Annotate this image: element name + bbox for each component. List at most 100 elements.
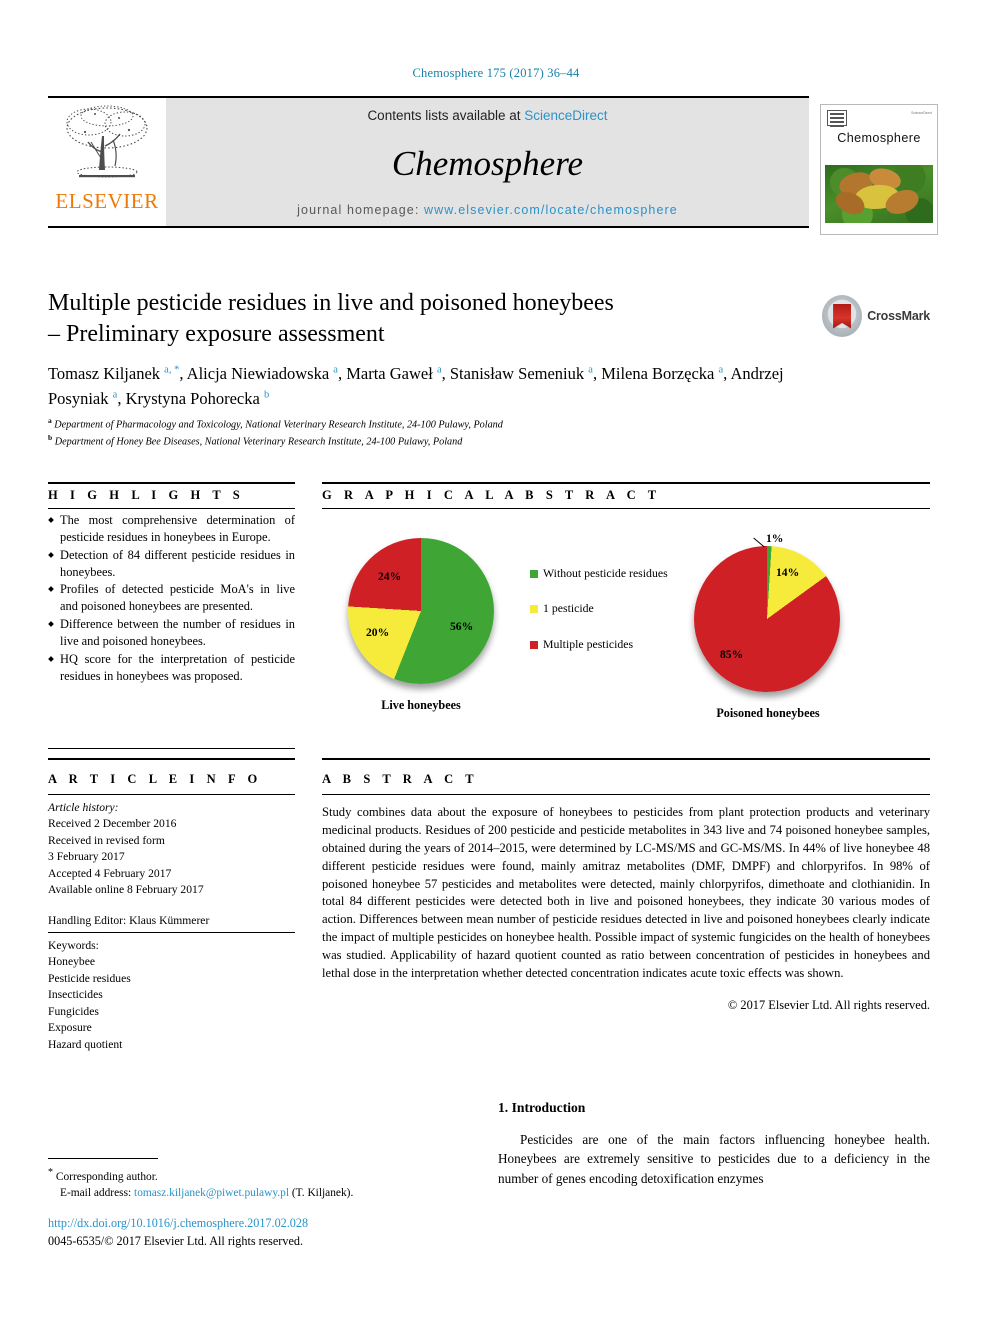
corresponding-author-note: * Corresponding author. E-mail address: … bbox=[48, 1166, 468, 1202]
affiliation-list: a Department of Pharmacology and Toxicol… bbox=[48, 416, 788, 450]
crossmark-label: CrossMark bbox=[867, 309, 930, 323]
article-info-heading: A R T I C L E I N F O bbox=[48, 772, 262, 786]
contents-available-line: Contents lists available at ScienceDirec… bbox=[367, 108, 607, 123]
highlights-heading: H I G H L I G H T S bbox=[48, 488, 245, 502]
email-line: E-mail address: tomasz.kiljanek@piwet.pu… bbox=[48, 1185, 468, 1202]
contents-available-text: Contents lists available at bbox=[367, 108, 525, 123]
elsevier-logo: ELSEVIER bbox=[48, 98, 166, 226]
cover-top-area: ScienceDirect Chemosphere bbox=[821, 105, 937, 165]
pie-live-label-red: 24% bbox=[378, 570, 402, 583]
crossmark-icon bbox=[822, 295, 863, 337]
keyword-item: Honeybee bbox=[48, 955, 95, 969]
handling-editor: Handling Editor: Klaus Kümmerer bbox=[48, 913, 210, 927]
doi-link[interactable]: http://dx.doi.org/10.1016/j.chemosphere.… bbox=[48, 1214, 508, 1232]
keyword-item: Exposure bbox=[48, 1021, 92, 1035]
author-affiliation-mark: a, * bbox=[164, 364, 180, 376]
graphical-abstract-figure: 56% 20% 24% Live honeybees Without pesti… bbox=[322, 512, 930, 740]
abstract-copyright: © 2017 Elsevier Ltd. All rights reserved… bbox=[727, 998, 930, 1012]
sciencedirect-panel: Contents lists available at ScienceDirec… bbox=[166, 98, 809, 226]
highlight-item: Profiles of detected pesticide MoA's in … bbox=[48, 581, 295, 615]
legend-label: Without pesticide residues bbox=[543, 566, 668, 580]
keyword-item: Pesticide residues bbox=[48, 971, 131, 985]
author-affiliation-mark: a bbox=[718, 364, 724, 376]
graphical-abstract-heading-rule bbox=[322, 508, 930, 509]
article-history-entry: Received in revised form bbox=[48, 833, 165, 847]
footnote-rule bbox=[48, 1158, 158, 1159]
author-name: Milena Borzęcka bbox=[601, 364, 719, 383]
doi-block: http://dx.doi.org/10.1016/j.chemosphere.… bbox=[48, 1214, 508, 1251]
sciencedirect-link[interactable]: ScienceDirect bbox=[524, 108, 607, 123]
introduction-heading: 1. Introduction bbox=[498, 1100, 586, 1115]
author-affiliation-mark: a bbox=[112, 389, 118, 401]
title-line-1: Multiple pesticide residues in live and … bbox=[48, 290, 614, 316]
keyword-item: Fungicides bbox=[48, 1004, 99, 1018]
pie-live-label-green: 56% bbox=[450, 620, 474, 633]
abstract-top-rule bbox=[322, 758, 930, 760]
affiliation-mark: b bbox=[48, 433, 53, 443]
affiliation-item: a Department of Pharmacology and Toxicol… bbox=[48, 416, 503, 431]
author-name: Alicja Niewiadowska bbox=[186, 364, 334, 383]
author-affiliation-mark: a bbox=[436, 364, 442, 376]
corresponding-author-label: Corresponding author. bbox=[55, 1170, 158, 1183]
legend-swatch bbox=[530, 605, 538, 614]
keyword-item: Hazard quotient bbox=[48, 1037, 123, 1051]
keywords-label: Keywords: bbox=[48, 939, 99, 952]
author-affiliation-mark: a bbox=[333, 364, 338, 376]
keyword-item: Insecticides bbox=[48, 988, 103, 1002]
article-info-heading-rule bbox=[48, 794, 295, 795]
cover-bottom-area bbox=[821, 223, 937, 233]
abstract-heading: A B S T R A C T bbox=[322, 772, 479, 786]
journal-masthead: ELSEVIER Contents lists available at Sci… bbox=[48, 96, 809, 228]
graphical-abstract-top-rule bbox=[322, 482, 930, 484]
email-link[interactable]: tomasz.kiljanek@piwet.pulawy.pl bbox=[134, 1187, 289, 1199]
graphical-abstract-heading: G R A P H I C A L A B S T R A C T bbox=[322, 488, 661, 502]
homepage-link[interactable]: www.elsevier.com/locate/chemosphere bbox=[424, 203, 678, 217]
pie-live-slices bbox=[348, 538, 494, 684]
pie-poisoned-slices bbox=[694, 546, 840, 692]
elsevier-tree-icon bbox=[66, 105, 148, 178]
title-line-2: – Preliminary exposure assessment bbox=[48, 320, 385, 347]
email-label: E-mail address: bbox=[60, 1187, 132, 1200]
homepage-label: journal homepage: bbox=[297, 203, 424, 217]
pie-live-label-yellow: 20% bbox=[366, 626, 390, 639]
highlight-item: The most comprehensive determination of … bbox=[48, 512, 295, 546]
article-history-label: Article history: bbox=[48, 801, 119, 814]
pie-poisoned-label-yellow: 14% bbox=[776, 566, 800, 579]
highlight-item: Detection of 84 different pesticide resi… bbox=[48, 547, 295, 581]
legend-entry: Multiple pesticides bbox=[530, 637, 680, 652]
author-name: Tomasz Kiljanek bbox=[48, 364, 165, 383]
pie-poisoned-caption: Poisoned honeybees bbox=[716, 706, 820, 720]
author-name: Marta Gaweł bbox=[346, 364, 437, 383]
corresponding-author-line: * Corresponding author. bbox=[48, 1166, 468, 1185]
article-history-entry: Accepted 4 February 2017 bbox=[48, 866, 172, 880]
running-head: Chemosphere 175 (2017) 36–44 bbox=[412, 66, 580, 80]
cover-artwork bbox=[825, 165, 933, 223]
cover-elsevier-icon bbox=[827, 110, 847, 127]
article-history-entry: 3 February 2017 bbox=[48, 850, 125, 864]
author-name: Krystyna Pohorecka bbox=[125, 388, 264, 408]
asterisk-icon: * bbox=[48, 1167, 53, 1178]
crossmark-badge[interactable]: CrossMark bbox=[822, 292, 930, 340]
legend-swatch bbox=[530, 640, 538, 649]
author-affiliation-mark: b bbox=[263, 389, 270, 401]
issn-copyright-line: 0045-6535/© 2017 Elsevier Ltd. All right… bbox=[48, 1234, 303, 1249]
email-owner: (T. Kiljanek). bbox=[291, 1187, 354, 1200]
chart-legend: Without pesticide residues 1 pesticide Mul… bbox=[530, 566, 680, 672]
legend-label: Multiple pesticides bbox=[543, 636, 634, 651]
article-history-block: Article history: Received 2 December 2016… bbox=[48, 800, 295, 929]
pie-live-caption: Live honeybees bbox=[381, 698, 461, 712]
legend-entry: Without pesticide residues bbox=[530, 566, 680, 581]
author-affiliation-mark: a bbox=[588, 364, 593, 376]
keywords-block: Keywords: Honeybee Pesticide residues Insec… bbox=[48, 938, 295, 1053]
author-list: Tomasz Kiljanek a, *, Alicja Niewiadowsk… bbox=[48, 364, 784, 408]
pie-chart-live-honeybees: 56% 20% 24% Live honeybees Without pesti… bbox=[330, 530, 670, 730]
pie-chart-poisoned-honeybees: 1% 14% 85% Poisoned honeybees bbox=[682, 530, 922, 730]
article-history-entry: Received 2 December 2016 bbox=[48, 817, 177, 831]
abstract-body: Study combines data about the exposure o… bbox=[322, 805, 930, 980]
article-history-entry: Available online 8 February 2017 bbox=[48, 883, 204, 897]
introduction-body: Pesticides are one of the main factors i… bbox=[498, 1132, 930, 1186]
masthead-bottom-rule bbox=[48, 226, 809, 228]
pie-poisoned-label-green: 1% bbox=[766, 532, 784, 545]
pie-poisoned-label-red: 85% bbox=[720, 648, 744, 661]
